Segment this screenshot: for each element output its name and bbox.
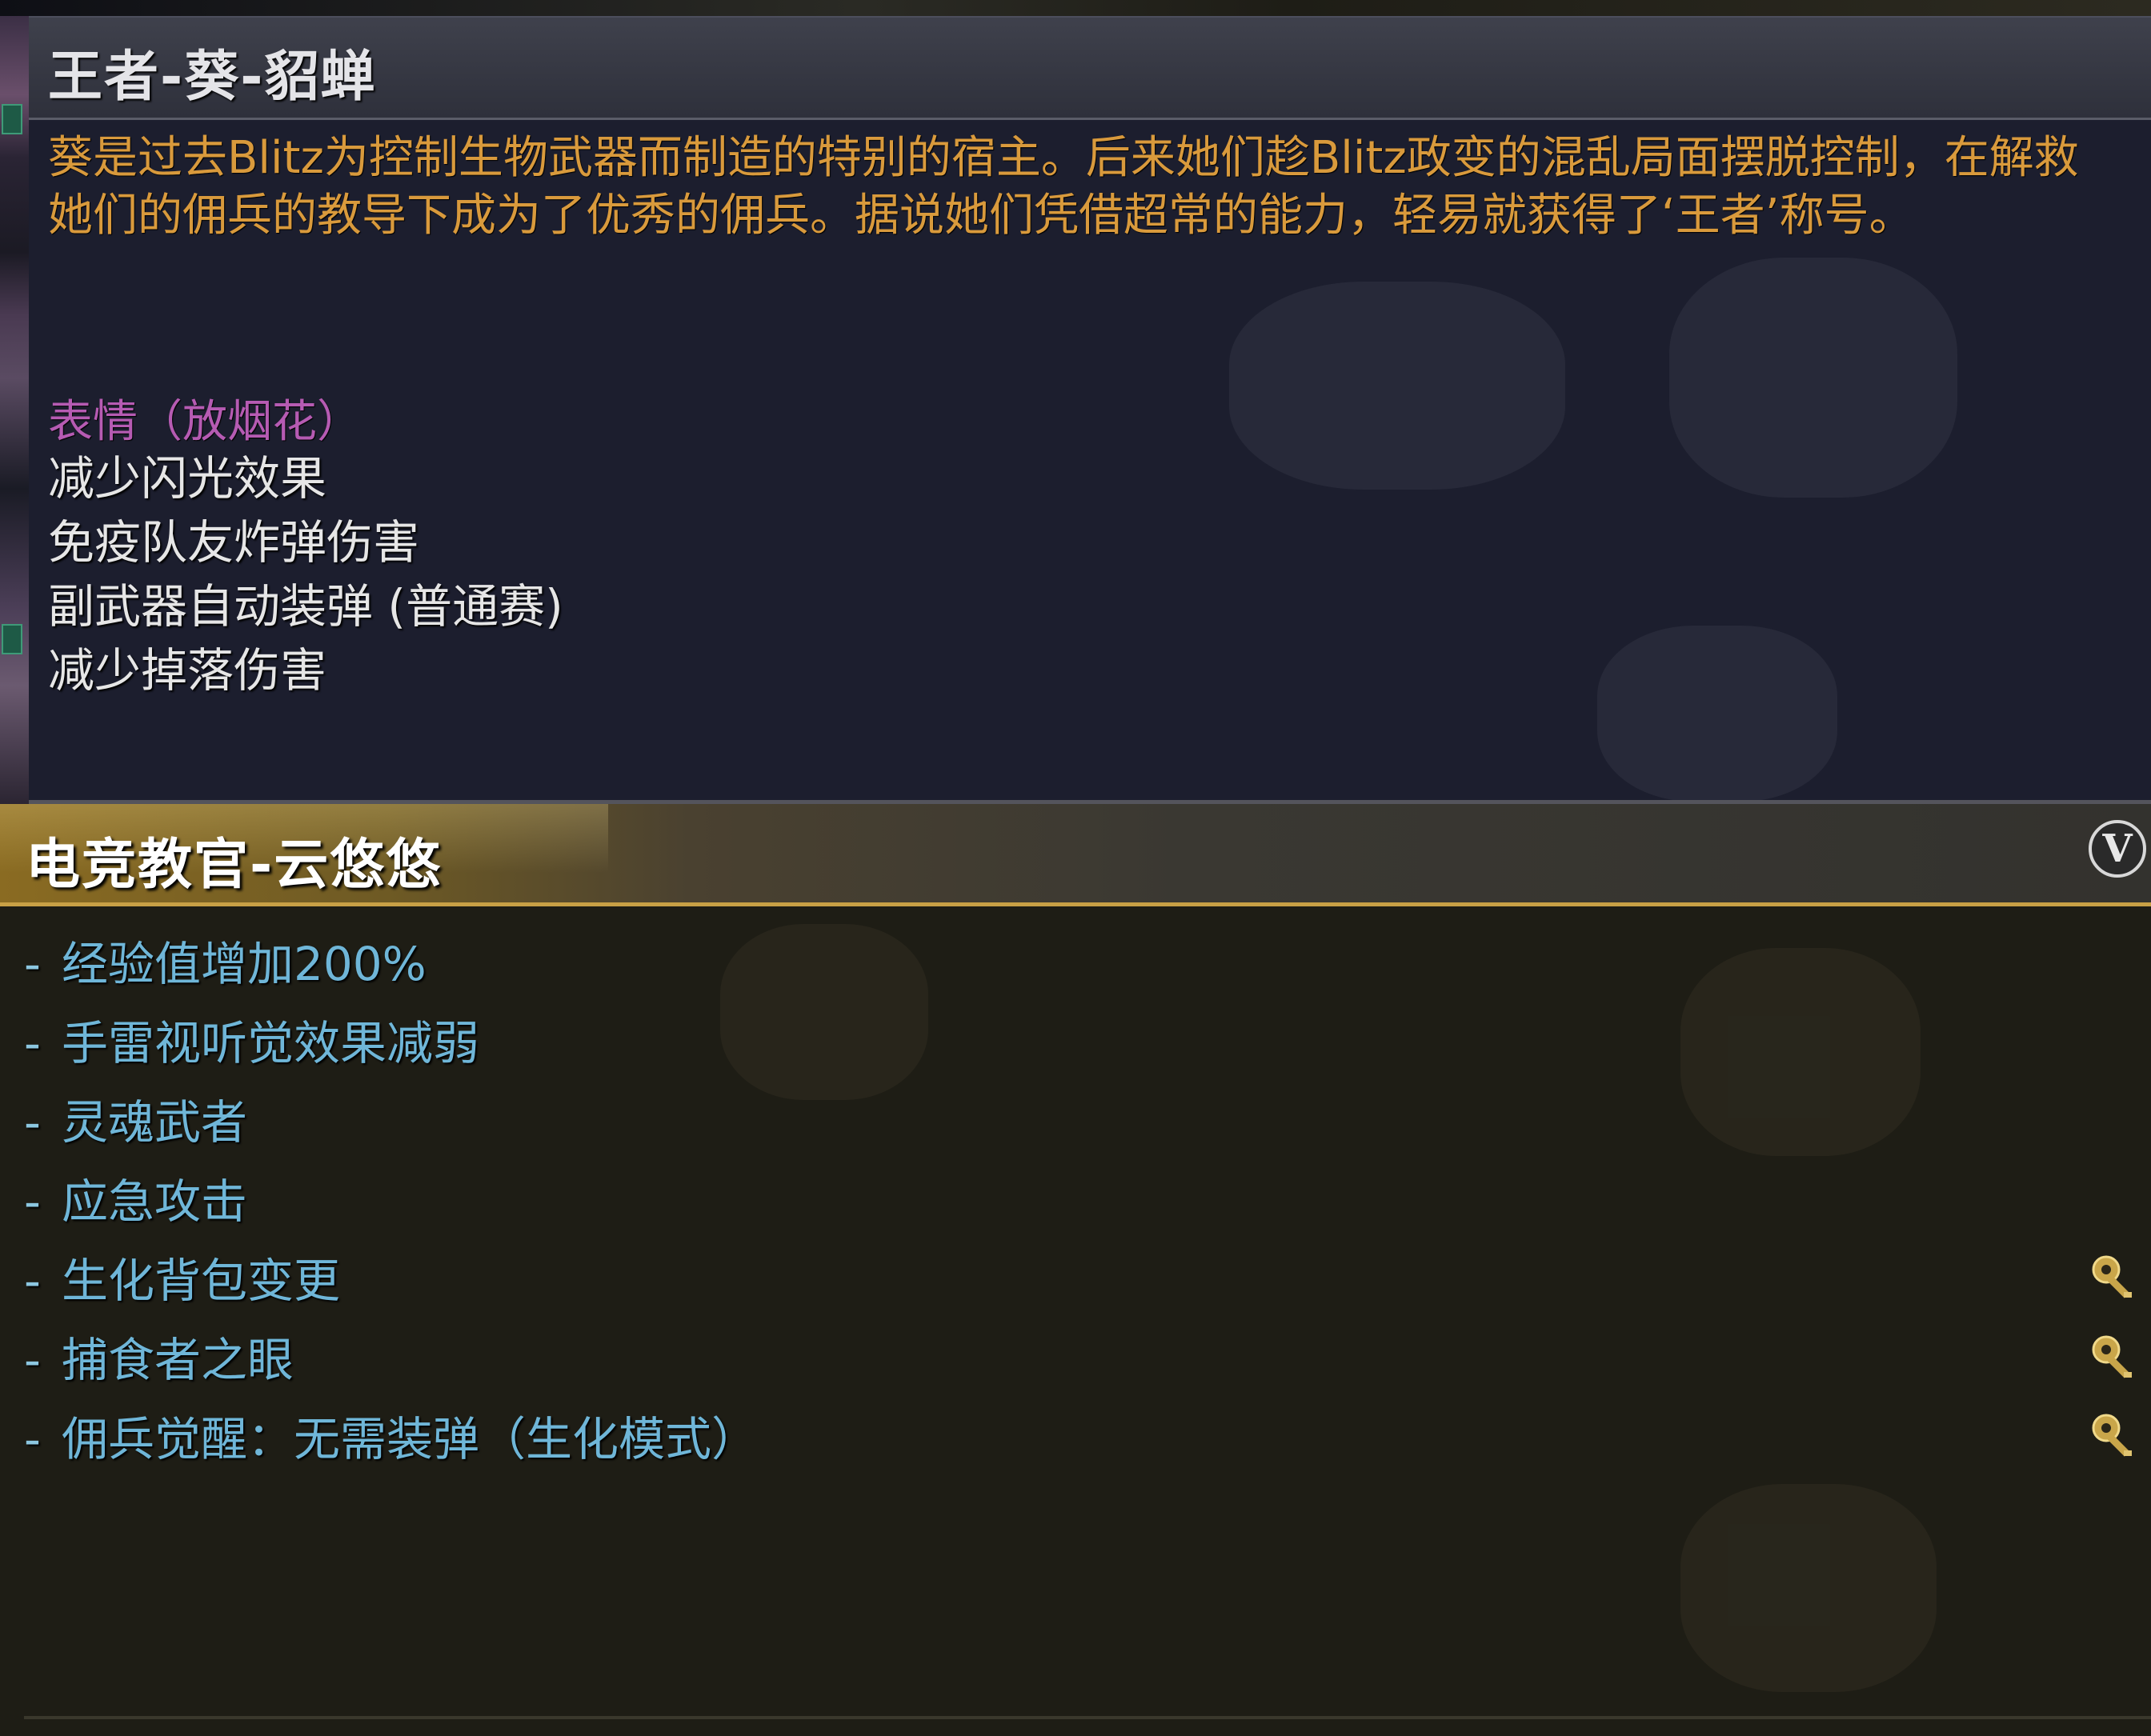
skill-list: - 经验值增加200% - 手雷视听觉效果减弱 - 灵魂武者 - 应急攻击 - 生化背包变… — [24, 932, 758, 1486]
skill-item: - 经验值增加200% — [24, 932, 758, 1011]
list-dash: - — [24, 1016, 41, 1070]
background-silhouette — [1229, 282, 1565, 490]
character-portrait-strip — [0, 16, 29, 804]
skill-item: - 手雷视听觉效果减弱 — [24, 1011, 758, 1090]
skill-label: 灵魂武者 — [61, 1095, 247, 1150]
top-edge-strip — [0, 0, 2151, 18]
skill-item: - 灵魂武者 — [24, 1090, 758, 1170]
list-dash: - — [24, 1095, 41, 1150]
background-silhouette — [1680, 1484, 1937, 1692]
skill-label: 手雷视听觉效果减弱 — [61, 1016, 479, 1070]
skill-label: 捕食者之眼 — [61, 1333, 294, 1387]
list-dash: - — [24, 1333, 41, 1387]
feature-item: 免疫队友炸弹伤害 — [48, 515, 420, 570]
gold-key-icon — [2092, 1335, 2132, 1378]
background-silhouette — [1597, 626, 1837, 802]
character-name: 王者-葵-貂蝉 — [48, 46, 377, 109]
v-badge-icon: V — [2089, 820, 2146, 878]
tooltip-top-body: 葵是过去Blitz为控制生物武器而制造的特别的宿主。后来她们趁Blitz政变的混… — [48, 130, 2097, 245]
portrait-tag — [2, 104, 22, 134]
skill-item: - 捕食者之眼 — [24, 1328, 758, 1407]
tooltip-bottom-header: 电竞教官-云悠悠 V — [0, 804, 2151, 906]
list-dash: - — [24, 1412, 41, 1466]
skill-item: - 佣兵觉醒：无需装弹（生化模式） — [24, 1407, 758, 1486]
feature-item: 减少闪光效果 — [48, 451, 327, 506]
portrait-tag — [2, 624, 22, 654]
list-dash: - — [24, 1174, 41, 1229]
character-name: 电竞教官-云悠悠 — [26, 834, 443, 897]
skill-label: 佣兵觉醒：无需装弹（生化模式） — [61, 1412, 758, 1466]
background-silhouette — [1680, 948, 1921, 1156]
screen: 王者-葵-貂蝉 葵是过去Blitz为控制生物武器而制造的特别的宿主。后来她们趁B… — [0, 0, 2151, 1736]
emote-label: 表情（放烟花） — [48, 396, 362, 448]
list-dash: - — [24, 1254, 41, 1308]
character-tooltip-bottom: 电竞教官-云悠悠 V - 经验值增加200% - 手雷视听觉效果减弱 - 灵魂武者 -… — [0, 804, 2151, 1736]
skill-label: 生化背包变更 — [61, 1254, 340, 1308]
tooltip-top-header: 王者-葵-貂蝉 — [29, 18, 2151, 120]
gold-key-icon — [2092, 1255, 2132, 1298]
skill-label: 经验值增加200% — [61, 937, 427, 991]
feature-list: 减少闪光效果 免疫队友炸弹伤害 副武器自动装弹 (普通赛) 减少掉落伤害 — [48, 446, 563, 702]
gold-key-icon — [2092, 1414, 2132, 1457]
character-tooltip-top: 王者-葵-貂蝉 葵是过去Blitz为控制生物武器而制造的特别的宿主。后来她们趁B… — [29, 16, 2151, 805]
skill-label: 应急攻击 — [61, 1174, 247, 1229]
skill-item: - 生化背包变更 — [24, 1249, 758, 1328]
character-description: 葵是过去Blitz为控制生物武器而制造的特别的宿主。后来她们趁Blitz政变的混… — [48, 132, 2079, 242]
tooltip-bottom-border — [24, 1716, 2151, 1719]
skill-item: - 应急攻击 — [24, 1170, 758, 1249]
list-dash: - — [24, 937, 41, 991]
background-silhouette — [1669, 258, 1957, 498]
feature-item: 减少掉落伤害 — [48, 643, 327, 698]
feature-item: 副武器自动装弹 (普通赛) — [48, 579, 563, 634]
